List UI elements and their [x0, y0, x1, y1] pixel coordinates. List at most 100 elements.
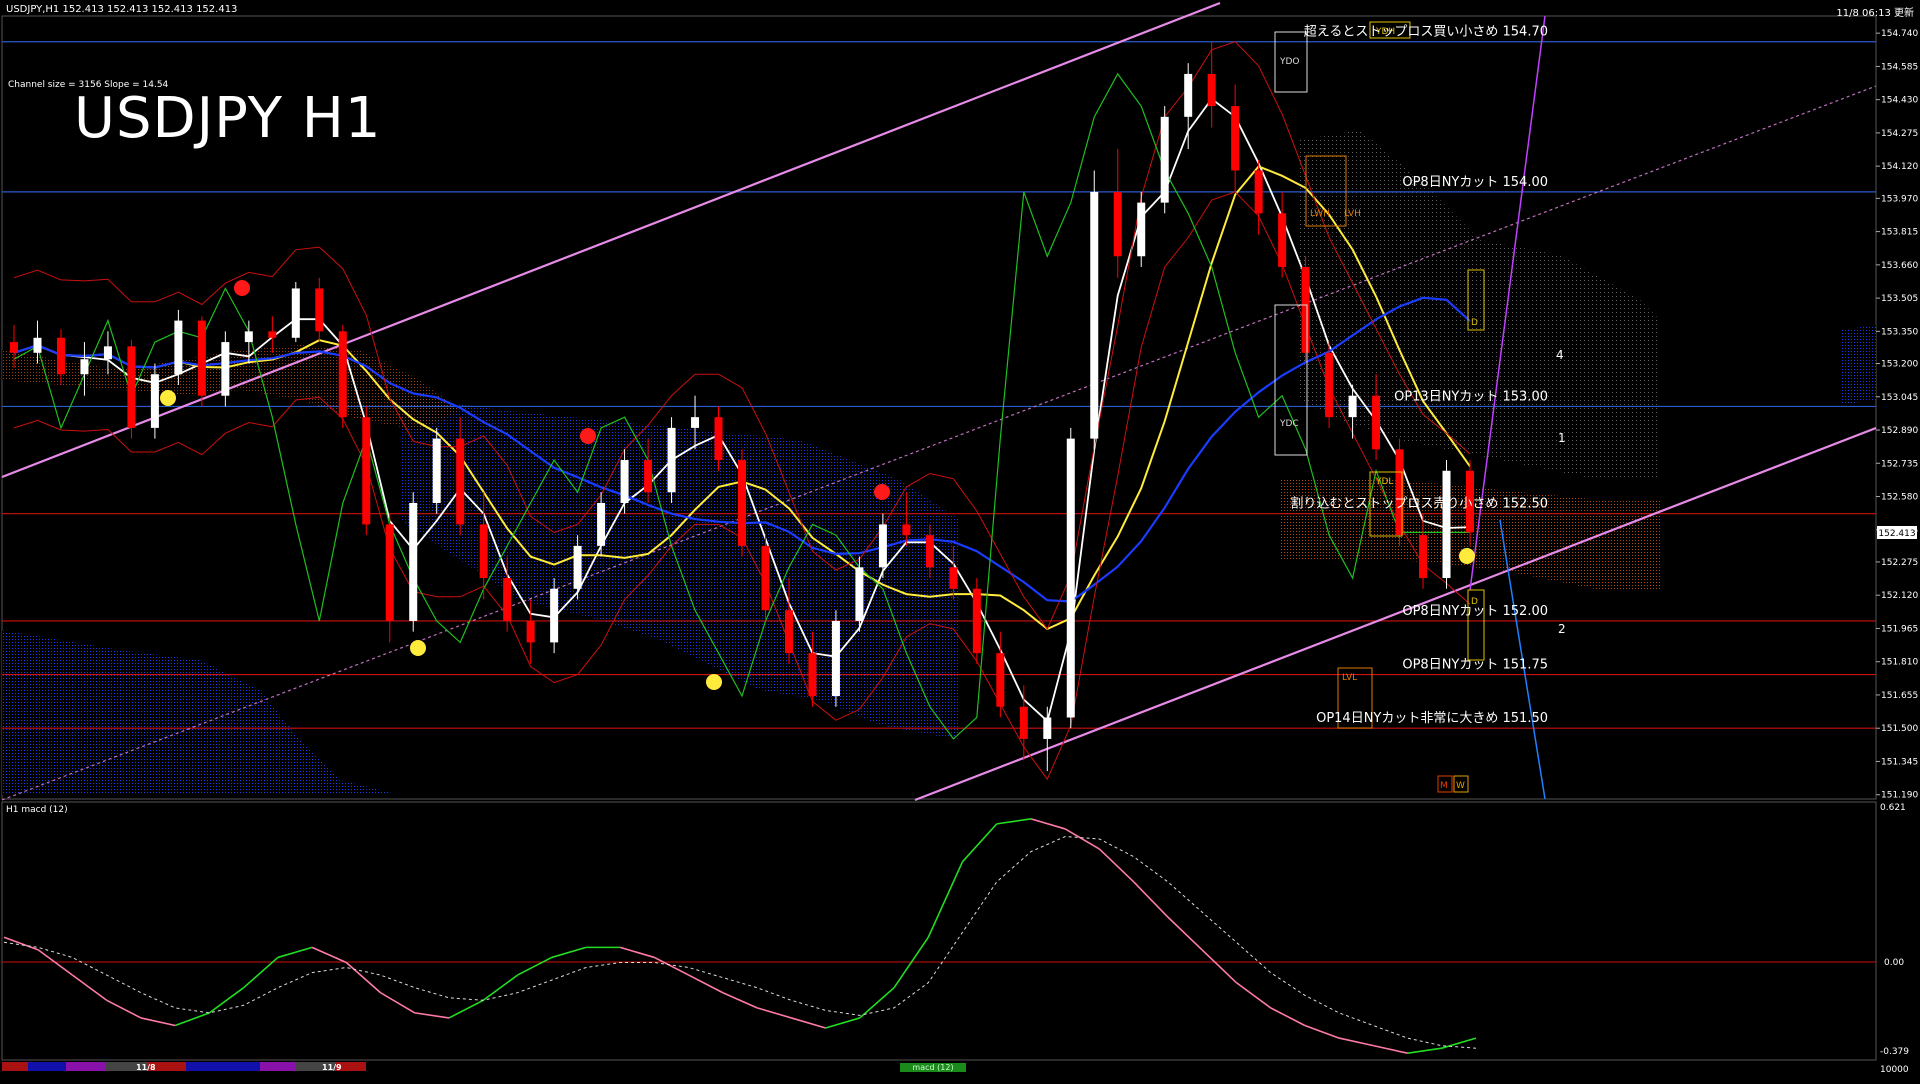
candle-body	[221, 342, 230, 396]
macd-line-segment	[1304, 1024, 1340, 1039]
ichimoku-clouds	[2, 130, 1876, 795]
annotation-label: OP13日NYカット 153.00	[1394, 389, 1548, 404]
footer-seg	[222, 1062, 260, 1071]
candle-body	[1184, 73, 1193, 117]
candle-body	[784, 610, 793, 654]
macd-line-segment	[1133, 881, 1169, 918]
wave-label-1: 1	[1558, 431, 1566, 445]
candle-body	[1231, 106, 1240, 171]
candle-body	[291, 288, 300, 338]
footer-seg	[186, 1062, 222, 1071]
macd-line-segment	[1167, 916, 1203, 951]
macd-line-segment	[517, 956, 553, 976]
macd-line-segment	[825, 1017, 861, 1029]
y-tick-label: 152.275	[1881, 558, 1918, 568]
chart-big-title: USDJPY H1	[74, 86, 382, 151]
macd-lines	[3, 818, 1477, 1055]
macd-line-segment	[3, 936, 39, 951]
candle-body	[1019, 706, 1028, 739]
macd-line-segment	[174, 1012, 210, 1027]
y-tick-label: 151.655	[1881, 691, 1918, 701]
macd-y-bottom: -0.379	[1880, 1047, 1909, 1057]
macd-line-segment	[654, 956, 690, 976]
candle-body	[667, 427, 676, 493]
candle-body	[902, 524, 911, 536]
candle-body	[831, 620, 840, 697]
candle-body	[103, 346, 112, 360]
candle-body	[1301, 266, 1310, 353]
wave-label-2: 2	[1558, 622, 1566, 636]
box-label: D	[1471, 318, 1478, 328]
candle-body	[550, 588, 559, 643]
macd-line-segment	[106, 999, 142, 1019]
macd-line-segment	[1030, 818, 1066, 830]
macd-line-segment	[551, 946, 587, 959]
y-axis-ticks: 154.740 154.585 154.430 154.275 154.120 153.9…	[1876, 29, 1918, 801]
y-tick-label: 153.350	[1881, 327, 1918, 337]
candle-body	[33, 337, 42, 353]
macd-line-segment	[1098, 848, 1135, 883]
macd-line-segment	[71, 974, 108, 1001]
candle-body	[80, 359, 89, 375]
candle-body	[597, 502, 606, 546]
candle-body	[1325, 352, 1334, 418]
macd-line-segment	[1373, 1044, 1408, 1054]
candle-body	[268, 331, 277, 338]
y-tick-label: 151.345	[1881, 757, 1918, 767]
cloud-blue-left	[2, 630, 400, 795]
box-label: YDO	[1279, 57, 1300, 67]
box-label: YDC	[1279, 419, 1299, 429]
candle-body	[738, 460, 746, 546]
macd-line-segment	[380, 992, 416, 1014]
candle-body	[878, 524, 887, 568]
macd-label: H1 macd (12)	[6, 805, 68, 815]
candle-body	[362, 417, 371, 525]
macd-line-segment	[448, 999, 484, 1019]
y-tick-label: 152.580	[1881, 493, 1918, 503]
footer-date-2: 11/9	[322, 1063, 342, 1072]
box-label: LVL	[1342, 673, 1357, 683]
wave-label-4: 4	[1556, 348, 1564, 362]
macd-tag: macd (12)	[912, 1063, 953, 1072]
candle-body	[315, 288, 324, 332]
y-tick-label: 154.585	[1881, 62, 1918, 72]
macd-line-segment	[1407, 1047, 1442, 1055]
macd-line-segment	[859, 987, 895, 1019]
footer-seg	[260, 1062, 296, 1071]
candle-body	[1207, 73, 1216, 107]
footer-strip: 11/8 11/9 macd (12)	[2, 1062, 966, 1072]
macd-line-segment	[1338, 1037, 1374, 1047]
macd-line-segment	[996, 818, 1032, 825]
marker-yellow	[706, 674, 722, 690]
candle-body	[1113, 191, 1122, 257]
annotation-label: 割り込むとストップロス売り小さめ 152.50	[1290, 496, 1548, 512]
candle-body	[972, 588, 981, 654]
macd-line-segment	[345, 961, 382, 994]
y-tick-label: 154.740	[1881, 29, 1918, 39]
candle-body	[526, 620, 535, 643]
y-tick-label: 153.660	[1881, 261, 1918, 271]
y-tick-label: 154.430	[1881, 96, 1918, 106]
box-label: LWH	[1310, 209, 1330, 219]
annotation-label: OP14日NYカット非常に大きめ 151.50	[1316, 711, 1548, 726]
y-tick-label: 154.120	[1881, 162, 1918, 172]
macd-line-segment	[1270, 1007, 1306, 1027]
y-tick-label: 151.500	[1881, 724, 1918, 734]
macd-line-segment	[619, 946, 655, 959]
y-tick-label: 153.200	[1881, 360, 1918, 370]
candle-body	[691, 417, 700, 428]
y-tick-label: 153.505	[1881, 294, 1918, 304]
box-label: W	[1456, 781, 1465, 791]
candle-body	[503, 578, 512, 621]
candle-body	[1066, 438, 1075, 718]
candle-body	[949, 567, 958, 589]
candle-body	[1254, 170, 1263, 214]
candle-body	[432, 438, 441, 503]
macd-line-segment	[1441, 1037, 1477, 1049]
candle-body	[174, 320, 183, 375]
y-tick-label: 153.815	[1881, 228, 1918, 238]
candle-body	[1043, 717, 1052, 739]
candle-body	[456, 438, 465, 525]
y-tick-label: 152.890	[1881, 426, 1918, 436]
macd-line-segment	[756, 1007, 792, 1019]
